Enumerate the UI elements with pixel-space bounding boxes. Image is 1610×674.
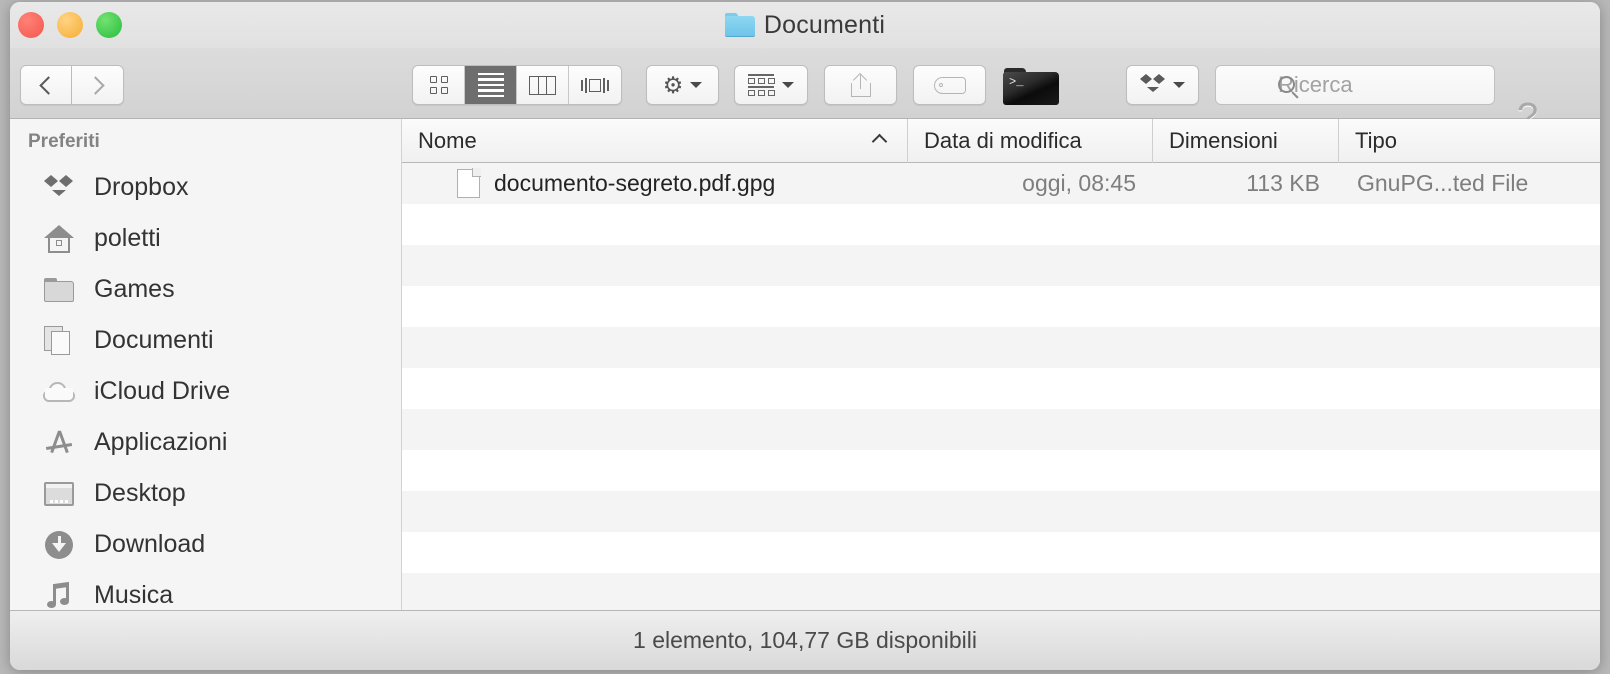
action-menu-button[interactable]: ⚙ (646, 65, 719, 105)
table-row-empty (402, 245, 1600, 286)
table-row-empty (402, 532, 1600, 573)
coverflow-view-button[interactable] (569, 66, 621, 104)
columns-icon (529, 75, 556, 95)
coverflow-icon (580, 76, 610, 95)
title-bar: Documenti (10, 2, 1600, 48)
folder-icon (42, 275, 76, 305)
dropbox-icon (1140, 74, 1166, 96)
dropbox-icon (42, 173, 76, 203)
table-row-empty (402, 491, 1600, 532)
table-row-empty (402, 286, 1600, 327)
sidebar-item-label: poletti (94, 224, 161, 252)
list-view-button[interactable] (465, 66, 517, 104)
table-row-empty (402, 327, 1600, 368)
sidebar-item-musica[interactable]: Musica (10, 570, 401, 610)
table-row-empty (402, 204, 1600, 245)
table-row-empty (402, 409, 1600, 450)
chevron-down-icon (1173, 82, 1185, 88)
sidebar-section-favorites: Preferiti (28, 131, 100, 152)
search-icon (1278, 76, 1295, 93)
sidebar-item-icloud-drive[interactable]: iCloud Drive (10, 366, 401, 417)
column-header-type[interactable]: Tipo (1339, 119, 1600, 163)
gear-icon: ⚙ (662, 71, 684, 98)
sidebar-item-label: Desktop (94, 479, 186, 507)
dropbox-menu-button[interactable] (1126, 65, 1199, 105)
column-view-button[interactable] (517, 66, 569, 104)
file-rows: documento-segreto.pdf.gpg oggi, 08:45 11… (402, 163, 1600, 610)
arrange-icon (748, 74, 775, 96)
sidebar-item-download[interactable]: Download (10, 519, 401, 570)
sidebar-item-documenti[interactable]: Documenti (10, 315, 401, 366)
search-field[interactable]: Ricerca (1215, 65, 1495, 105)
sidebar-item-desktop[interactable]: Desktop (10, 468, 401, 519)
sidebar-item-label: Documenti (94, 326, 214, 354)
column-header-label: Data di modifica (924, 127, 1082, 153)
icon-grid-icon (429, 76, 448, 94)
documents-icon (42, 326, 76, 356)
list-lines-icon (477, 72, 504, 98)
table-row[interactable]: documento-segreto.pdf.gpg oggi, 08:45 11… (402, 163, 1600, 204)
sidebar-item-poletti[interactable]: poletti (10, 213, 401, 264)
column-header-label: Nome (418, 127, 477, 153)
arrange-menu-button[interactable] (734, 65, 808, 105)
tag-button[interactable] (913, 65, 986, 105)
back-button[interactable] (20, 65, 72, 105)
window-title-text: Documenti (763, 10, 886, 39)
finder-window: Documenti ⚙ >_ Ricerca ? Preferiti Dropb… (10, 2, 1600, 670)
file-list: Nome Data di modifica Dimensioni Tipo do… (402, 118, 1600, 610)
share-icon (850, 72, 871, 97)
column-header-label: Tipo (1355, 127, 1397, 153)
column-header-label: Dimensioni (1169, 127, 1278, 153)
desktop-icon (42, 479, 76, 509)
window-title: Documenti (10, 2, 1600, 48)
toolbar: ⚙ >_ Ricerca ? (10, 48, 1600, 136)
chevron-down-icon (690, 82, 703, 88)
view-mode-segmented-control (412, 65, 622, 105)
column-header-name[interactable]: Nome (402, 118, 908, 163)
file-type-cell: GnuPG...ted File (1357, 170, 1529, 196)
status-text: 1 elemento, 104,77 GB disponibili (633, 627, 977, 653)
sidebar-item-label: Download (94, 530, 206, 558)
file-size-cell: 113 KB (1246, 170, 1320, 196)
sidebar-item-label: Dropbox (94, 173, 189, 201)
applications-icon (42, 428, 76, 458)
share-button[interactable] (824, 65, 897, 105)
chevron-right-icon (86, 75, 105, 95)
sidebar-item-applicazioni[interactable]: Applicazioni (10, 417, 401, 468)
sidebar-item-label: Games (94, 275, 175, 303)
table-row-empty (402, 573, 1600, 610)
blue-folder-icon (724, 13, 755, 37)
file-name-cell: documento-segreto.pdf.gpg (402, 163, 908, 204)
status-bar: 1 elemento, 104,77 GB disponibili (10, 610, 1600, 670)
sidebar-item-dropbox[interactable]: Dropbox (10, 162, 401, 213)
file-date-cell: oggi, 08:45 (1022, 170, 1136, 196)
icon-view-button[interactable] (413, 66, 465, 104)
table-row-empty (402, 368, 1600, 409)
sidebar-item-label: Applicazioni (94, 428, 228, 456)
column-header-date-modified[interactable]: Data di modifica (908, 118, 1153, 163)
chevron-down-icon (782, 82, 794, 88)
download-icon (42, 530, 76, 560)
file-name-label: documento-segreto.pdf.gpg (494, 170, 776, 196)
terminal-folder-icon[interactable]: >_ (1003, 68, 1059, 105)
home-icon (42, 224, 76, 254)
column-headers: Nome Data di modifica Dimensioni Tipo (402, 118, 1600, 163)
sidebar-item-games[interactable]: Games (10, 264, 401, 315)
window-body: Preferiti Dropbox poletti Games Document… (10, 118, 1600, 610)
cloud-icon (42, 377, 76, 407)
music-icon (42, 581, 76, 611)
terminal-prompt-glyph: >_ (1009, 75, 1024, 89)
tag-icon (933, 76, 966, 94)
sidebar-item-label: iCloud Drive (94, 377, 231, 405)
chevron-left-icon (38, 75, 58, 95)
table-row-empty (402, 450, 1600, 491)
forward-button[interactable] (72, 65, 124, 105)
document-icon (457, 168, 481, 198)
sidebar: Preferiti Dropbox poletti Games Document… (10, 119, 402, 610)
column-header-size[interactable]: Dimensioni (1153, 118, 1339, 163)
sidebar-item-label: Musica (94, 581, 174, 609)
sort-ascending-icon (871, 133, 888, 149)
